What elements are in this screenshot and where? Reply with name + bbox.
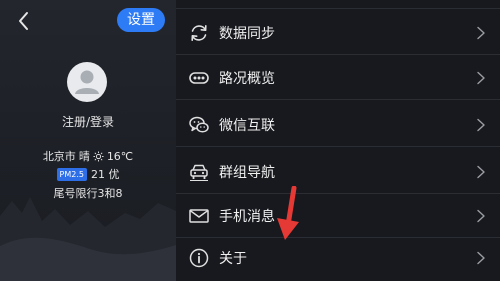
menu-item-data-sync[interactable]: 数据同步 <box>176 11 500 55</box>
air-quality: PM2.5 21 优 <box>0 166 176 182</box>
menu-item-group-navigation[interactable]: 群组导航 <box>176 150 500 194</box>
settings-button[interactable]: 设置 <box>117 8 165 32</box>
chevron-right-icon <box>477 26 485 39</box>
menu-item-label: 数据同步 <box>219 25 275 42</box>
temperature-text: 16℃ <box>106 149 134 163</box>
sun-icon <box>93 150 104 162</box>
menu-item-label: 路况概览 <box>219 70 275 87</box>
menu-item-label: 关于 <box>219 251 247 267</box>
avatar[interactable] <box>67 62 107 102</box>
city-text: 北京市 <box>42 150 76 163</box>
pm25-badge: PM2.5 <box>56 167 87 181</box>
traffic-limit-text: 尾号限行3和8 <box>53 187 123 200</box>
menu-item-label: 群组导航 <box>219 164 275 181</box>
menu-item-label: 微信互联 <box>219 117 275 134</box>
menu-item-about[interactable]: 关于 <box>176 236 500 280</box>
weather-info: 北京市 晴 16℃ <box>0 148 176 164</box>
profile-panel: 设置 注册/登录 北京市 晴 16℃ PM2.5 21 优 尾号限行3和8 <box>0 0 176 281</box>
menu-item-phone-messages[interactable]: 手机消息 <box>176 194 500 238</box>
chevron-right-icon <box>477 118 485 131</box>
weather-text: 晴 <box>78 150 90 163</box>
car-icon <box>190 164 208 181</box>
chevron-right-icon <box>477 165 485 178</box>
divider <box>176 8 500 9</box>
menu-item-wechat-link[interactable]: 微信互联 <box>176 103 500 147</box>
chevron-right-icon <box>477 251 485 265</box>
sync-icon <box>191 24 207 41</box>
menu-item-label: 手机消息 <box>219 208 275 225</box>
back-icon[interactable] <box>14 10 34 32</box>
aqi-value: 21 优 <box>90 168 120 181</box>
chevron-right-icon <box>477 71 485 84</box>
settings-menu: 数据同步 路况概览 微信互联 群组导航 手机消息 关于 <box>176 0 500 281</box>
menu-item-traffic-overview[interactable]: 路况概览 <box>176 56 500 100</box>
info-icon <box>189 248 209 268</box>
mail-icon <box>189 208 209 223</box>
traffic-icon <box>189 71 209 84</box>
login-link[interactable]: 注册/登录 <box>0 113 176 130</box>
wechat-icon <box>189 116 209 133</box>
annotation-arrow-icon <box>277 186 299 240</box>
user-icon <box>75 70 99 94</box>
chevron-right-icon <box>477 209 485 222</box>
